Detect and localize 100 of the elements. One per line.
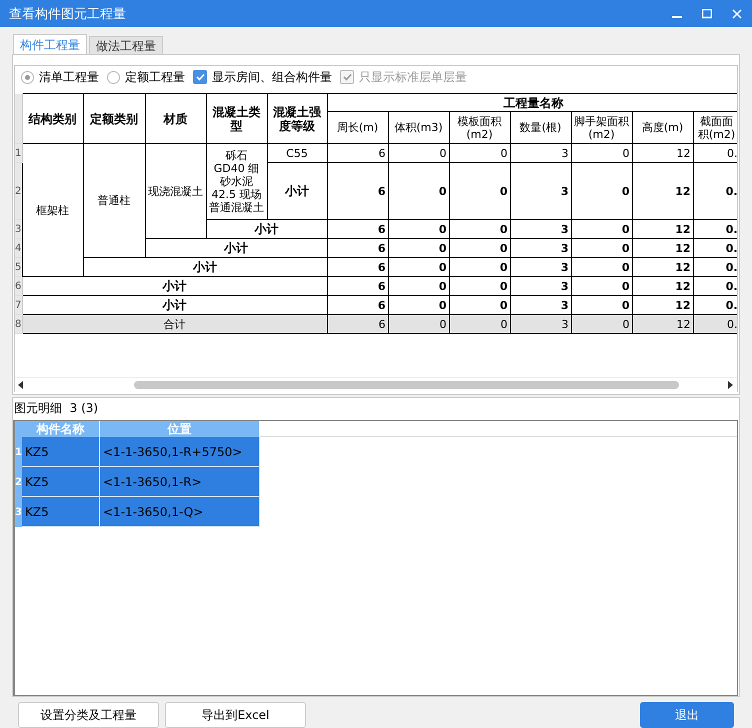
table-cell: 12 — [632, 238, 693, 258]
table-cell: 小计 — [83, 258, 327, 276]
table-cell: 6 — [327, 238, 388, 258]
row-number: 3 — [15, 497, 22, 528]
row-number: 6 — [15, 276, 22, 296]
table-cell: 0 — [449, 276, 510, 296]
table-cell[interactable]: KZ5 — [22, 497, 100, 528]
tab[interactable]: 构件工程量 — [13, 34, 87, 55]
scroll-left-icon[interactable] — [18, 381, 24, 390]
table-cell: 6 — [327, 220, 388, 238]
table-cell: 12 — [632, 220, 693, 238]
table-cell[interactable]: <1-1-3650,1-R+5750> — [100, 437, 260, 468]
table-cell: 3 — [510, 144, 571, 162]
table-cell: 0 — [388, 296, 449, 314]
table-cell: 0. — [693, 276, 737, 296]
table-cell: 6 — [327, 144, 388, 162]
table-cell: 小计 — [206, 220, 327, 238]
table-cell: 0 — [571, 276, 632, 296]
radio-button[interactable] — [107, 70, 120, 84]
row-number: 4 — [15, 238, 22, 258]
action-button[interactable]: 导出到Excel — [165, 702, 306, 728]
table-cell: 合计 — [22, 314, 327, 334]
table-cell: 0. — [693, 162, 737, 220]
action-button[interactable]: 退出 — [640, 702, 734, 728]
table-cell: 砾石 GD40 细砂水泥42.5 现场普通混凝土 — [206, 144, 267, 220]
table-cell: 0 — [388, 314, 449, 334]
scroll-right-icon[interactable] — [728, 381, 734, 390]
table-cell: 3 — [510, 220, 571, 238]
column-header: 构件名称 — [22, 421, 100, 438]
table-cell: 小计 — [22, 276, 327, 296]
table-cell: 0 — [571, 258, 632, 276]
table-cell: 0 — [449, 296, 510, 314]
table-cell: 0 — [571, 220, 632, 238]
table-cell: C55 — [267, 144, 327, 162]
table-cell: 0 — [449, 238, 510, 258]
table-cell: 0 — [571, 314, 632, 334]
table-cell: 12 — [632, 162, 693, 220]
maximize-icon — [702, 8, 712, 18]
table-cell: 6 — [327, 162, 388, 220]
action-button[interactable]: 设置分类及工程量 — [18, 702, 159, 728]
table-cell: 0 — [571, 238, 632, 258]
table-cell: 0 — [388, 162, 449, 220]
table-cell: 3 — [510, 258, 571, 276]
scrollbar-thumb[interactable] — [134, 381, 679, 390]
table-cell: 0. — [693, 238, 737, 258]
row-number: 1 — [15, 144, 22, 162]
table-cell[interactable]: KZ5 — [22, 467, 100, 498]
table-cell: 小计 — [145, 238, 327, 258]
table-cell: 0 — [571, 144, 632, 162]
table-cell: 0 — [388, 144, 449, 162]
table-cell: 0 — [449, 144, 510, 162]
table-cell: 0 — [388, 220, 449, 238]
table-cell: 12 — [632, 144, 693, 162]
table-cell: 框架柱 — [22, 144, 83, 276]
table-cell: 12 — [632, 296, 693, 314]
tab[interactable]: 做法工程量 — [89, 36, 163, 55]
window-title: 查看构件图元工程量 — [9, 6, 127, 22]
row-number: 8 — [15, 314, 22, 334]
row-number: 2 — [15, 467, 22, 498]
option-label: 定额工程量 — [125, 68, 185, 86]
table-cell: 6 — [327, 258, 388, 276]
minimize-icon — [672, 16, 682, 18]
table-cell: 3 — [510, 296, 571, 314]
radio-button[interactable] — [21, 70, 34, 84]
table-cell: 普通柱 — [83, 144, 145, 258]
table-cell: 3 — [510, 276, 571, 296]
section-title: 图元明细 3 (3) — [13, 400, 100, 418]
row-number: 2 — [15, 162, 22, 220]
column-header: 位置 — [100, 421, 260, 438]
table-cell: 0. — [693, 258, 737, 276]
table-cell: 0 — [571, 162, 632, 220]
table-cell: 0 — [449, 258, 510, 276]
table-cell[interactable]: <1-1-3650,1-R> — [100, 467, 260, 498]
table-cell: 6 — [327, 276, 388, 296]
table-cell: 3 — [510, 162, 571, 220]
option-label: 只显示标准层单层量 — [359, 68, 467, 86]
table-cell[interactable]: KZ5 — [22, 437, 100, 468]
table-cell: 12 — [632, 276, 693, 296]
option-label: 显示房间、组合构件量 — [212, 68, 332, 86]
table-cell: 0 — [388, 276, 449, 296]
row-number: 7 — [15, 296, 22, 314]
table-cell: 0 — [388, 238, 449, 258]
table-cell: 0 — [449, 220, 510, 238]
table-cell: 0 — [571, 296, 632, 314]
table-cell: 6 — [327, 314, 388, 334]
table-cell: 6 — [327, 296, 388, 314]
table-cell: 3 — [510, 238, 571, 258]
table-cell[interactable]: <1-1-3650,1-Q> — [100, 497, 260, 528]
table-cell: 12 — [632, 258, 693, 276]
checkbox[interactable] — [193, 70, 207, 84]
row-number: 5 — [15, 258, 22, 276]
row-number: 1 — [15, 437, 22, 468]
table-cell: 0. — [693, 220, 737, 238]
table-cell: 小计 — [22, 296, 327, 314]
checkmark-icon — [196, 73, 204, 81]
row-number: 3 — [15, 220, 22, 238]
table-cell: 0 — [388, 258, 449, 276]
table-cell: 0. — [693, 314, 737, 334]
close-icon — [732, 8, 742, 18]
table-cell: 0 — [449, 314, 510, 334]
